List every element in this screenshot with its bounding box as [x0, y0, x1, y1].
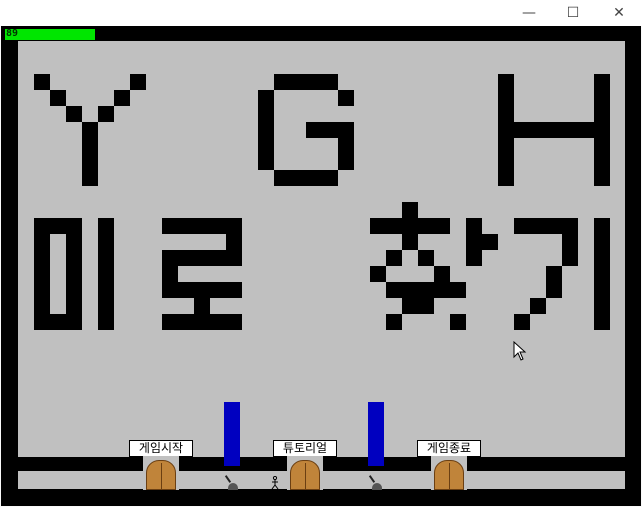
door-sign: 게임종료 — [417, 440, 481, 457]
wooden-door-icon[interactable] — [434, 460, 464, 490]
door-sign: 게임시작 — [129, 440, 193, 457]
game-canvas[interactable]: 89 게임시작 튜토리얼 게임종료 — [1, 26, 641, 506]
title-arena — [18, 41, 625, 457]
player-character-icon — [271, 476, 279, 490]
close-button[interactable]: ✕ — [596, 0, 642, 26]
blue-pillar — [224, 402, 240, 466]
mouse-cursor-icon — [513, 341, 527, 361]
wooden-door-icon[interactable] — [290, 460, 320, 490]
hp-value: 89 — [6, 28, 19, 39]
window-titlebar: — ☐ ✕ — [0, 0, 642, 26]
wooden-door-icon[interactable] — [146, 460, 176, 490]
blue-pillar — [368, 402, 384, 466]
minimize-button[interactable]: — — [506, 0, 552, 26]
door-sign: 튜토리얼 — [273, 440, 337, 457]
maximize-button[interactable]: ☐ — [550, 0, 596, 26]
hp-bar — [5, 29, 95, 40]
